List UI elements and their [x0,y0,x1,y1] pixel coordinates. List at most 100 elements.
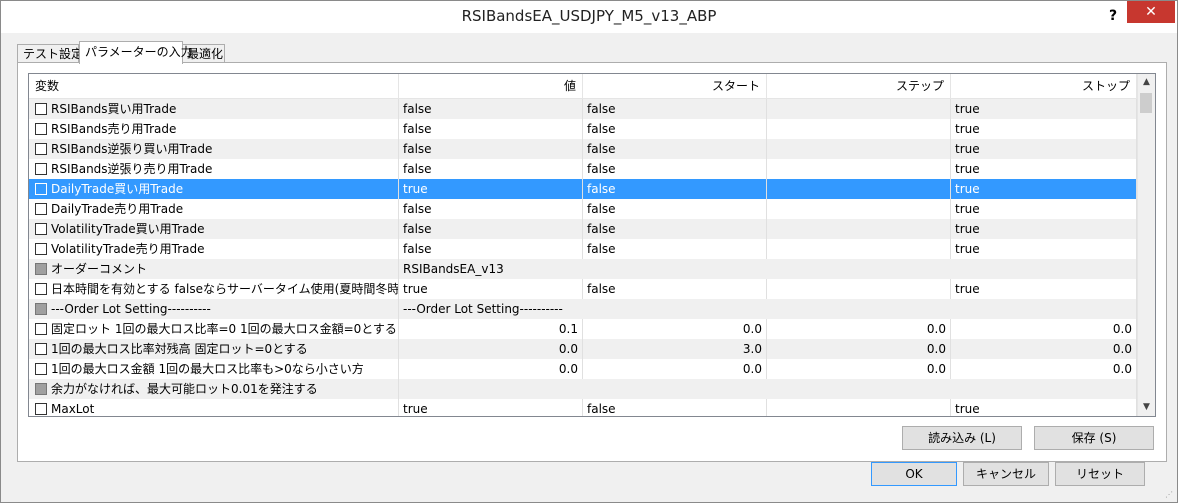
step-cell[interactable] [767,399,951,416]
step-cell[interactable] [767,199,951,219]
optimize-checkbox[interactable] [35,183,47,195]
stop-cell[interactable]: true [951,99,1137,119]
table-row[interactable]: RSIBands買い用Trade false false true [29,99,1137,119]
value-cell[interactable]: false [399,239,583,259]
table-row[interactable]: 1回の最大ロス金額 1回の最大ロス比率も>0なら小さい方 0.0 0.0 0.0 0.0 [29,359,1137,379]
start-cell[interactable]: false [583,239,767,259]
stop-cell[interactable]: true [951,179,1137,199]
optimize-checkbox[interactable] [35,323,47,335]
close-icon[interactable]: ✕ [1127,1,1175,23]
value-cell[interactable] [399,379,1137,399]
stop-cell[interactable]: true [951,159,1137,179]
step-cell[interactable] [767,219,951,239]
table-row[interactable]: VolatilityTrade買い用Trade false false true [29,219,1137,239]
step-cell[interactable]: 0.0 [767,359,951,379]
table-row[interactable]: 日本時間を有効とする falseならサーバータイム使用(夏時間冬時間… true f… [29,279,1137,299]
col-header-step[interactable]: ステップ [767,74,951,98]
table-row[interactable]: MaxLot true false true [29,399,1137,416]
optimize-checkbox[interactable] [35,223,47,235]
step-cell[interactable] [767,139,951,159]
step-cell[interactable] [767,99,951,119]
ok-button[interactable]: OK [871,462,957,486]
step-cell[interactable] [767,179,951,199]
load-button[interactable]: 読み込み (L) [902,426,1022,450]
start-cell[interactable]: false [583,99,767,119]
step-cell[interactable] [767,239,951,259]
table-row[interactable]: RSIBands逆張り売り用Trade false false true [29,159,1137,179]
start-cell[interactable]: 0.0 [583,319,767,339]
col-header-start[interactable]: スタート [583,74,767,98]
stop-cell[interactable]: true [951,279,1137,299]
step-cell[interactable] [767,279,951,299]
value-cell[interactable]: false [399,159,583,179]
table-row[interactable]: VolatilityTrade売り用Trade false false true [29,239,1137,259]
scroll-thumb[interactable] [1140,93,1152,113]
vertical-scrollbar[interactable]: ▲ ▼ [1137,74,1155,416]
optimize-checkbox[interactable] [35,243,47,255]
value-cell[interactable]: false [399,139,583,159]
optimize-checkbox[interactable] [35,283,47,295]
col-header-stop[interactable]: ストップ [951,74,1137,98]
step-cell[interactable]: 0.0 [767,319,951,339]
start-cell[interactable]: 3.0 [583,339,767,359]
value-cell[interactable]: false [399,219,583,239]
value-cell[interactable]: 0.0 [399,359,583,379]
optimize-checkbox[interactable] [35,343,47,355]
stop-cell[interactable]: 0.0 [951,339,1137,359]
table-row[interactable]: 1回の最大ロス比率対残高 固定ロット=0とする 0.0 3.0 0.0 0.0 [29,339,1137,359]
value-cell[interactable]: true [399,179,583,199]
value-cell[interactable]: true [399,279,583,299]
value-cell[interactable]: true [399,399,583,416]
optimize-checkbox[interactable] [35,363,47,375]
tab-parameters[interactable]: パラメーターの入力 [79,41,193,64]
start-cell[interactable]: false [583,179,767,199]
table-row[interactable]: RSIBands売り用Trade false false true [29,119,1137,139]
start-cell[interactable]: false [583,159,767,179]
help-icon[interactable]: ? [1101,5,1125,27]
start-cell[interactable]: 0.0 [583,359,767,379]
value-cell[interactable]: 0.0 [399,339,583,359]
reset-button[interactable]: リセット [1055,462,1145,486]
table-row[interactable]: DailyTrade売り用Trade false false true [29,199,1137,219]
optimize-checkbox[interactable] [35,103,47,115]
scroll-up-icon[interactable]: ▲ [1138,74,1155,91]
save-button[interactable]: 保存 (S) [1034,426,1154,450]
resize-grip-icon[interactable]: ⋰ [1165,490,1175,500]
stop-cell[interactable]: 0.0 [951,319,1137,339]
start-cell[interactable]: false [583,139,767,159]
table-row[interactable]: ---Order Lot Setting---------- ---Order L… [29,299,1137,319]
table-row[interactable]: RSIBands逆張り買い用Trade false false true [29,139,1137,159]
start-cell[interactable]: false [583,399,767,416]
col-header-variable[interactable]: 変数 [29,74,399,98]
value-cell[interactable]: false [399,199,583,219]
step-cell[interactable] [767,119,951,139]
step-cell[interactable] [767,159,951,179]
stop-cell[interactable]: true [951,239,1137,259]
start-cell[interactable]: false [583,199,767,219]
optimize-checkbox[interactable] [35,123,47,135]
stop-cell[interactable]: true [951,399,1137,416]
stop-cell[interactable]: 0.0 [951,359,1137,379]
value-cell[interactable]: 0.1 [399,319,583,339]
value-cell[interactable]: false [399,99,583,119]
optimize-checkbox[interactable] [35,203,47,215]
optimize-checkbox[interactable] [35,403,47,415]
stop-cell[interactable]: true [951,139,1137,159]
col-header-value[interactable]: 値 [399,74,583,98]
tab-test-settings[interactable]: テスト設定 [17,44,83,63]
table-row[interactable]: 余力がなければ、最大可能ロット0.01を発注する [29,379,1137,399]
table-row[interactable]: オーダーコメント RSIBandsEA_v13 [29,259,1137,279]
value-cell[interactable]: ---Order Lot Setting---------- [399,299,1137,319]
value-cell[interactable]: false [399,119,583,139]
stop-cell[interactable]: true [951,119,1137,139]
value-cell[interactable]: RSIBandsEA_v13 [399,259,1137,279]
scroll-down-icon[interactable]: ▼ [1138,399,1155,416]
table-row[interactable]: 固定ロット 1回の最大ロス比率=0 1回の最大ロス金額=0とする 0.1 0.0 0.… [29,319,1137,339]
stop-cell[interactable]: true [951,219,1137,239]
optimize-checkbox[interactable] [35,143,47,155]
start-cell[interactable]: false [583,279,767,299]
stop-cell[interactable]: true [951,199,1137,219]
step-cell[interactable]: 0.0 [767,339,951,359]
cancel-button[interactable]: キャンセル [963,462,1049,486]
start-cell[interactable]: false [583,219,767,239]
